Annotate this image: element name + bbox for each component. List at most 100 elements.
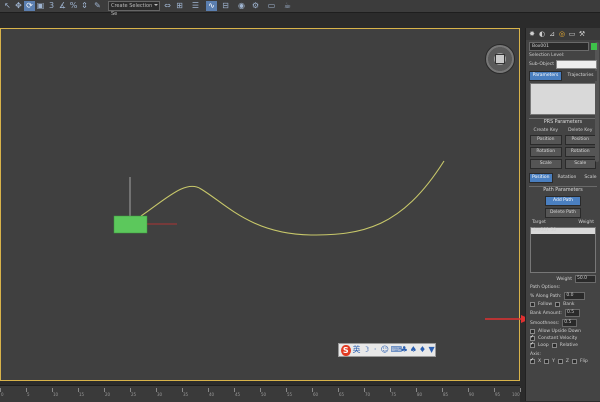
follow-checkbox[interactable] — [530, 302, 535, 307]
timeline-ruler[interactable]: 0 5 10 15 20 25 30 35 40 45 50 55 60 65 70 75 80 85 90 95 10… — [0, 385, 521, 402]
select-icon[interactable]: ↖ — [2, 1, 13, 11]
ime-logo-icon[interactable]: S — [341, 344, 351, 356]
schematic-icon[interactable]: ⊟ — [220, 1, 231, 11]
rotate-icon[interactable]: ⟳ — [24, 1, 35, 11]
constant-velocity-label: Constant Velocity — [538, 336, 578, 341]
create-rotation-button[interactable]: Rotation — [530, 147, 562, 157]
ime-diamond-icon[interactable]: ♦ — [419, 345, 426, 355]
sub-object-dropdown[interactable] — [555, 60, 597, 69]
ruler-label: 85 — [443, 392, 449, 397]
hierarchy-tab-icon[interactable]: ⊿ — [548, 30, 556, 38]
parameters-list[interactable] — [530, 83, 596, 115]
modify-tab-icon[interactable]: ◐ — [538, 30, 546, 38]
sub-scale-button[interactable]: Scale — [581, 173, 600, 183]
selection-set-dropdown[interactable]: Create Selection Se — [108, 1, 160, 17]
delete-scale-button[interactable]: Scale — [564, 159, 596, 169]
viewcube-icon[interactable] — [485, 44, 515, 74]
spinner-snap-icon[interactable]: ⇕ — [79, 1, 90, 11]
percent-snap-icon[interactable]: % — [68, 1, 79, 11]
layer-icon[interactable]: ☰ — [190, 1, 201, 11]
display-tab-icon[interactable]: ▭ — [568, 30, 576, 38]
material-icon[interactable]: ◉ — [236, 1, 247, 11]
flip-checkbox[interactable] — [571, 359, 577, 364]
delete-position-button[interactable]: Position — [564, 135, 596, 145]
move-icon[interactable]: ✥ — [13, 1, 24, 11]
ime-shirt-icon[interactable]: ▼ — [428, 345, 435, 355]
weight-spinner[interactable]: 50.0 — [575, 275, 596, 283]
utilities-tab-icon[interactable]: ⚒ — [578, 30, 586, 38]
box-object — [113, 215, 148, 234]
create-tab-icon[interactable]: ✸ — [528, 30, 536, 38]
smoothness-label: Smoothness: — [530, 320, 560, 326]
bank-amount-label: Bank Amount: — [530, 310, 562, 316]
sub-rotation-button[interactable]: Rotation — [554, 173, 580, 183]
ime-keyboard-icon[interactable]: ⌨ — [391, 345, 403, 355]
target-name: Line001 — [531, 228, 549, 233]
path-parameters-rollout-title[interactable]: Path Parameters — [529, 186, 597, 194]
ruler-label: 35 — [183, 392, 189, 397]
along-path-label: % Along Path: — [530, 293, 562, 299]
delete-key-label: Delete Key — [568, 128, 593, 133]
bank-amount-spinner[interactable]: 0.5 — [564, 309, 580, 317]
loop-checkbox[interactable] — [530, 342, 535, 348]
ime-dot-icon[interactable]: · — [372, 345, 379, 355]
ime-floating-toolbar[interactable]: S 英 ☽ · ☺ ⌨ ♣ ♠ ♦ ▼ — [338, 343, 436, 357]
render-icon[interactable]: ☕ — [282, 1, 293, 11]
object-name-field[interactable]: Box001 — [529, 42, 589, 51]
create-position-button[interactable]: Position — [530, 135, 562, 145]
ruler-label: 15 — [79, 392, 85, 397]
scale-icon[interactable]: ▣ — [35, 1, 46, 11]
add-path-button[interactable]: Add Path — [545, 196, 581, 206]
sub-object-label: Sub-Object — [529, 62, 554, 67]
follow-label: Follow — [538, 302, 553, 307]
render-frame-icon[interactable]: ▭ — [266, 1, 277, 11]
axis-x-radio[interactable] — [530, 358, 535, 364]
mirror-icon[interactable]: ⇔ — [162, 1, 173, 11]
axis-y-radio[interactable] — [544, 359, 550, 364]
axis-x-label: X — [538, 359, 542, 364]
ime-tool-icon[interactable]: ♠ — [410, 345, 417, 355]
ruler-tick — [520, 388, 521, 392]
motion-tab-icon[interactable]: ◎ — [558, 30, 566, 38]
viewport-scene — [113, 160, 445, 236]
smoothness-spinner[interactable]: 0.5 — [562, 319, 578, 327]
ruler-label: 25 — [131, 392, 137, 397]
ruler-label: 70 — [365, 392, 371, 397]
render-setup-icon[interactable]: ⚙ — [250, 1, 261, 11]
bank-checkbox[interactable] — [555, 302, 561, 307]
delete-rotation-button[interactable]: Rotation — [564, 147, 596, 157]
path-target-list[interactable]: Line001 50 — [530, 227, 596, 273]
angle-snap-icon[interactable]: ∡ — [57, 1, 68, 11]
path-spline — [140, 160, 445, 236]
ime-moon-icon[interactable]: ☽ — [363, 345, 370, 355]
ime-language-icon[interactable]: 英 — [353, 345, 361, 355]
sub-position-button[interactable]: Position — [529, 173, 553, 183]
target-column-header: Target — [532, 220, 546, 225]
prs-rollout-title[interactable]: PRS Parameters — [529, 118, 597, 126]
relative-checkbox[interactable] — [551, 343, 557, 348]
path-target-row[interactable]: Line001 50 — [531, 228, 595, 234]
axis-z-radio[interactable] — [557, 359, 563, 364]
perspective-viewport[interactable] — [0, 28, 520, 381]
ime-emoji-icon[interactable]: ☺ — [381, 345, 389, 355]
along-path-spinner[interactable]: 0.0 — [564, 292, 586, 300]
ruler-label: 50 — [261, 392, 267, 397]
tab-trajectories[interactable]: Trajectories — [564, 71, 597, 81]
axis-z-label: Z — [565, 359, 569, 364]
curve-editor-icon[interactable]: ∿ — [206, 1, 217, 11]
edit-named-icon[interactable]: ✎ — [92, 1, 103, 11]
object-color-swatch[interactable] — [591, 43, 597, 50]
align-icon[interactable]: ⊞ — [174, 1, 185, 11]
snap-icon[interactable]: 3 — [46, 1, 57, 11]
ruler-label: 100 — [512, 392, 520, 397]
ruler-label: 80 — [417, 392, 423, 397]
create-scale-button[interactable]: Scale — [530, 159, 562, 169]
ruler-label: 55 — [287, 392, 293, 397]
delete-path-button[interactable]: Delete Path — [545, 208, 581, 218]
path-options-label: Path Options: — [530, 285, 561, 290]
ruler-label: 75 — [391, 392, 397, 397]
ruler-label: 60 — [313, 392, 319, 397]
ruler-label: 0 — [1, 392, 4, 397]
tab-parameters[interactable]: Parameters — [529, 71, 562, 81]
ime-skin-icon[interactable]: ♣ — [401, 345, 408, 355]
